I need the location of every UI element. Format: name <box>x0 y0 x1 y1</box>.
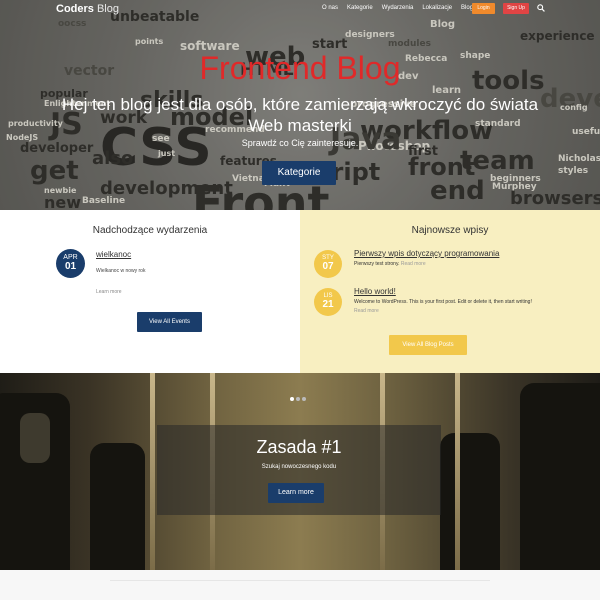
slider-dots <box>290 397 306 401</box>
nav-link-kategorie[interactable]: Kategorie <box>347 5 373 11</box>
post-read-more-link[interactable]: Read more <box>401 261 426 267</box>
nav-links: O nas Kategorie Wydarzenia Lokalizacje B… <box>322 5 473 11</box>
post-title-link[interactable]: Pierwszy wpis dotyczący programowania <box>354 249 499 258</box>
brand-logo[interactable]: Coders Blog <box>56 3 119 15</box>
post-read-more-link[interactable]: Read more <box>354 308 379 314</box>
slider-bg-rail <box>455 373 460 570</box>
post-excerpt-text: Pierwszy test strony. <box>354 261 400 267</box>
posts-heading: Najnowsze wpisy <box>411 225 489 236</box>
event-month: APR <box>63 254 78 261</box>
view-all-events-button[interactable]: View All Events <box>137 312 202 332</box>
footer-strip <box>0 570 600 600</box>
slider-dot-3[interactable] <box>302 397 306 401</box>
post-excerpt-text: Welcome to WordPress. This is your first… <box>354 299 532 305</box>
nav-link-wydarzenia[interactable]: Wydarzenia <box>382 5 414 11</box>
signup-button[interactable]: Sign Up <box>503 3 529 14</box>
post-day: 07 <box>322 261 334 272</box>
search-icon[interactable] <box>537 4 545 12</box>
footer-divider <box>110 580 490 581</box>
event-learn-more-link[interactable]: Learn more <box>96 289 122 295</box>
slide-title: Zasada #1 <box>256 437 342 457</box>
upcoming-events-section: Nadchodzące wydarzenia APR 01 wielkanoc … <box>0 210 300 373</box>
post-title-link[interactable]: Hello world! <box>354 287 396 296</box>
slide-subtitle: Szukaj nowoczesnego kodu <box>261 464 337 470</box>
brand-thin: Blog <box>96 3 119 15</box>
hero-banner: oocss unbeatable points software web sta… <box>0 0 600 210</box>
slider-bg-seat <box>440 433 500 570</box>
hero-slider: Zasada #1 Szukaj nowoczesnego kodu Learn… <box>0 373 600 570</box>
latest-posts-section: Najnowsze wpisy STY 07 Pierwszy wpis dot… <box>300 210 600 373</box>
hero-tagline: Sprawdź co Cię zainteresuje. <box>241 138 359 148</box>
event-date-badge: APR 01 <box>56 249 85 278</box>
login-button[interactable]: Login <box>472 3 495 14</box>
hero-title: Frontend Blog <box>199 50 401 86</box>
brand-bold: Coders <box>56 3 94 15</box>
view-all-posts-button[interactable]: View All Blog Posts <box>389 335 467 355</box>
slider-bg-seat <box>520 383 600 570</box>
nav-link-o-nas[interactable]: O nas <box>322 5 338 11</box>
event-description: Wielkanoc w nowy rok <box>96 268 146 274</box>
slide-learn-more-button[interactable]: Learn more <box>268 483 324 503</box>
post-excerpt: Pierwszy test strony. Read more <box>354 260 544 269</box>
post-date-badge: STY 07 <box>314 250 342 278</box>
slider-dot-2[interactable] <box>296 397 300 401</box>
slider-bg-seat <box>90 443 145 570</box>
hero-subtitle: Hej ten blog jest dla osób, które zamier… <box>61 95 539 135</box>
events-heading: Nadchodzące wydarzenia <box>92 225 208 236</box>
post-day: 21 <box>322 299 334 310</box>
nav-link-lokalizacje[interactable]: Lokalizacje <box>422 5 452 11</box>
post-date-badge: LIS 21 <box>314 288 342 316</box>
categories-button[interactable]: Kategorie <box>262 161 336 185</box>
top-navbar: Coders Blog O nas Kategorie Wydarzenia L… <box>0 0 600 18</box>
slider-bg-seat-highlight <box>20 413 50 463</box>
event-title-link[interactable]: wielkanoc <box>96 250 131 259</box>
post-excerpt: Welcome to WordPress. This is your first… <box>354 298 544 316</box>
slider-dot-1[interactable] <box>290 397 294 401</box>
slider-bg-rail <box>150 373 155 570</box>
event-day: 01 <box>64 261 77 272</box>
